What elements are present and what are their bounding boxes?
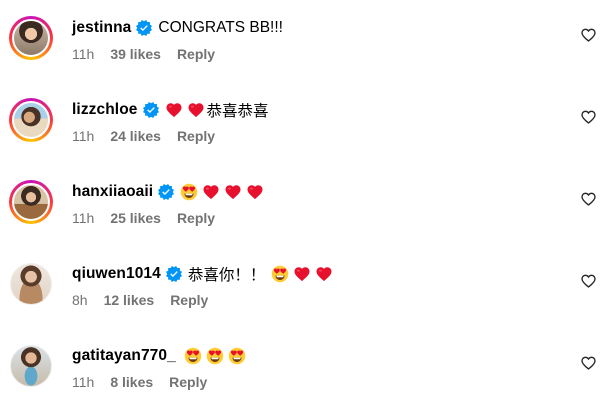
heart-eyes-emoji-icon	[271, 265, 289, 283]
comment-meta: 11h 24 likes Reply	[72, 128, 215, 144]
heart-eyes-emoji-icon	[184, 347, 202, 365]
username-link[interactable]: gatitayan770_	[72, 347, 176, 365]
comment-item: gatitayan770_ 11h 8 likes Reply	[0, 344, 616, 409]
avatar-photo	[10, 345, 52, 387]
comment-line: qiuwen1014 恭喜你！！	[72, 263, 333, 285]
likes-count[interactable]: 25 likes	[110, 210, 161, 226]
username-link[interactable]: lizzchloe	[72, 101, 138, 119]
comment-time[interactable]: 11h	[72, 210, 94, 226]
like-heart-icon[interactable]	[581, 274, 596, 288]
comment-list: jestinna CONGRATS BB!!! 11h 39 likes Rep…	[0, 0, 616, 409]
like-heart-icon[interactable]	[581, 192, 596, 206]
heart-eyes-emoji-icon	[180, 183, 198, 201]
emoji-group	[180, 183, 264, 201]
likes-count[interactable]: 8 likes	[110, 374, 153, 390]
avatar[interactable]	[9, 344, 53, 388]
avatar[interactable]	[9, 98, 53, 142]
red-heart-emoji-icon	[246, 183, 264, 201]
reply-button[interactable]: Reply	[177, 128, 215, 144]
reply-button[interactable]: Reply	[177, 46, 215, 62]
heart-eyes-emoji-icon	[206, 347, 224, 365]
verified-badge-icon	[166, 266, 182, 282]
comment-meta: 11h 25 likes Reply	[72, 210, 215, 226]
like-heart-icon[interactable]	[581, 28, 596, 42]
comment-text: 恭喜恭喜	[206, 103, 269, 120]
like-heart-icon[interactable]	[581, 356, 596, 370]
avatar-photo	[12, 183, 50, 221]
username-link[interactable]: hanxiiaoaii	[72, 183, 153, 201]
red-heart-emoji-icon	[202, 183, 220, 201]
comment-meta: 11h 8 likes Reply	[72, 374, 207, 390]
red-heart-emoji-icon	[293, 265, 311, 283]
comment-time[interactable]: 11h	[72, 128, 94, 144]
comment-time[interactable]: 11h	[72, 374, 94, 390]
comment-item: lizzchloe 恭喜恭喜 11h 24 likes Reply	[0, 98, 616, 178]
reply-button[interactable]: Reply	[170, 292, 208, 308]
comment-item: hanxiiaoaii 11h 25 likes Reply	[0, 180, 616, 260]
comment-line: jestinna CONGRATS BB!!!	[72, 17, 283, 39]
likes-count[interactable]: 39 likes	[110, 46, 161, 62]
like-heart-icon[interactable]	[581, 110, 596, 124]
comment-meta: 11h 39 likes Reply	[72, 46, 215, 62]
comment-line: lizzchloe 恭喜恭喜	[72, 99, 269, 121]
verified-badge-icon	[136, 20, 152, 36]
comment-text: CONGRATS BB!!!	[158, 19, 283, 36]
red-heart-emoji-icon	[315, 265, 333, 283]
verified-badge-icon	[158, 184, 174, 200]
comment-line: hanxiiaoaii	[72, 181, 264, 203]
comment-item: qiuwen1014 恭喜你！！ 8h 12 likes Reply	[0, 262, 616, 342]
likes-count[interactable]: 24 likes	[110, 128, 161, 144]
avatar[interactable]	[9, 262, 53, 306]
emoji-group	[184, 347, 246, 365]
reply-button[interactable]: Reply	[177, 210, 215, 226]
red-heart-emoji-icon	[165, 101, 183, 119]
avatar-photo	[12, 19, 50, 57]
red-heart-emoji-icon	[187, 101, 205, 119]
username-link[interactable]: jestinna	[72, 19, 131, 37]
comment-meta: 8h 12 likes Reply	[72, 292, 208, 308]
comment-line: gatitayan770_	[72, 345, 246, 367]
avatar-photo	[12, 101, 50, 139]
username-link[interactable]: qiuwen1014	[72, 265, 161, 283]
comment-text: 恭喜你！！	[187, 267, 266, 284]
emoji-group	[165, 101, 205, 119]
avatar-photo	[10, 263, 52, 305]
comment-time[interactable]: 8h	[72, 292, 88, 308]
likes-count[interactable]: 12 likes	[104, 292, 155, 308]
heart-eyes-emoji-icon	[228, 347, 246, 365]
comment-time[interactable]: 11h	[72, 46, 94, 62]
verified-badge-icon	[143, 102, 159, 118]
avatar[interactable]	[9, 180, 53, 224]
emoji-group	[271, 265, 333, 283]
avatar[interactable]	[9, 16, 53, 60]
comment-item: jestinna CONGRATS BB!!! 11h 39 likes Rep…	[0, 16, 616, 96]
reply-button[interactable]: Reply	[169, 374, 207, 390]
red-heart-emoji-icon	[224, 183, 242, 201]
